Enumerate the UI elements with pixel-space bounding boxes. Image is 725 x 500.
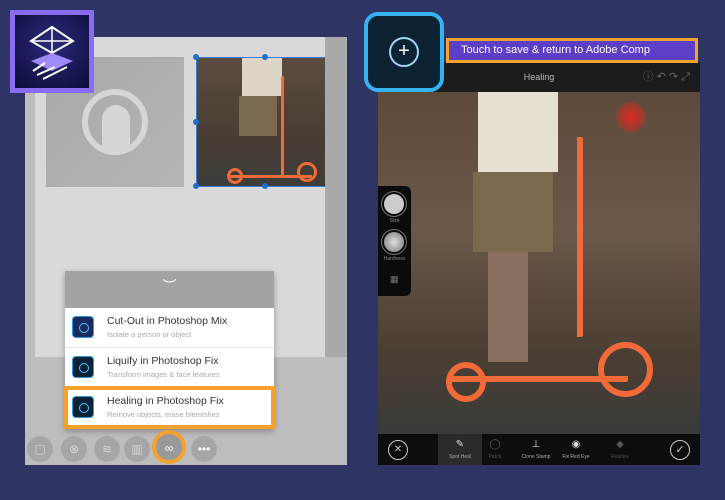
tool-label: Fix Red Eye bbox=[562, 454, 590, 460]
shirt bbox=[478, 92, 558, 172]
scooter bbox=[281, 76, 284, 176]
clone-stamp-icon: ⊥ bbox=[531, 439, 541, 450]
grid-icon[interactable]: ▦ bbox=[390, 274, 399, 285]
redo-icon[interactable]: ↷ bbox=[669, 71, 678, 83]
menu-item-cutout[interactable]: Cut-Out in Photoshop Mix Isolate a perso… bbox=[65, 308, 274, 348]
scooter bbox=[573, 137, 583, 337]
tool-label: Clone Stamp bbox=[521, 454, 551, 460]
save-callout: Touch to save & return to Adobe Comp bbox=[446, 38, 698, 63]
menu-item-liquify[interactable]: Liquify in Photoshop Fix Transform image… bbox=[65, 348, 274, 388]
eagle-logo-icon bbox=[82, 89, 148, 155]
shirt bbox=[242, 58, 282, 96]
eraser-icon: ◆ bbox=[616, 439, 624, 450]
bottom-toolbar: ▢ ⊗ ≋ ▥ ∞ ••• bbox=[25, 430, 347, 465]
comp-layers-icon bbox=[29, 25, 75, 80]
help-icon[interactable]: ⓘ bbox=[643, 71, 654, 83]
tool-label: Spot Heal bbox=[449, 454, 471, 460]
adobe-comp-logo bbox=[10, 10, 94, 93]
tool-fix-red-eye[interactable]: ◉ Fix Red Eye bbox=[554, 434, 598, 465]
tool-bar: ✕ ✎ Spot Heal ◯ Patch ⊥ Clone Stamp ◉ Fix Re… bbox=[378, 434, 700, 465]
hardness-label: Hardness bbox=[383, 256, 406, 262]
tool-patch[interactable]: ◯ Patch bbox=[473, 434, 517, 465]
undo-icon[interactable]: ↶ bbox=[657, 71, 666, 83]
more-button[interactable]: ••• bbox=[191, 436, 217, 462]
photoshop-fix-icon bbox=[72, 356, 94, 378]
size-label: Size bbox=[389, 218, 400, 224]
patch-icon: ◯ bbox=[489, 439, 501, 450]
menu-item-title: Cut-Out in Photoshop Mix bbox=[107, 315, 228, 327]
red-eye-icon: ◉ bbox=[571, 439, 581, 450]
fullscreen-icon[interactable]: ⤢ bbox=[681, 71, 690, 83]
tool-restore[interactable]: ◆ Restore bbox=[598, 434, 642, 465]
image-icon[interactable]: ▢ bbox=[27, 436, 53, 462]
tool-label: Patch bbox=[488, 454, 502, 460]
resize-handle[interactable] bbox=[193, 119, 199, 125]
layers-icon[interactable]: ≋ bbox=[94, 436, 120, 462]
header-actions: ⓘ ↶ ↷ ⤢ bbox=[643, 62, 690, 92]
shape-icon[interactable]: ⊗ bbox=[61, 436, 87, 462]
tool-label: Restore bbox=[611, 454, 629, 460]
healing-highlight bbox=[64, 386, 275, 429]
collapse-chevron-icon[interactable]: ︶ bbox=[65, 271, 274, 308]
shorts bbox=[239, 96, 277, 136]
healing-brush-stroke bbox=[616, 102, 646, 132]
canvas-edge bbox=[325, 37, 347, 357]
trash-icon[interactable]: ▥ bbox=[124, 436, 150, 462]
editor-title: Healing bbox=[523, 72, 555, 82]
selected-scooter-image[interactable] bbox=[193, 54, 336, 189]
cancel-button[interactable]: ✕ bbox=[388, 440, 408, 460]
tool-clone-stamp[interactable]: ⊥ Clone Stamp bbox=[514, 434, 558, 465]
editing-photo[interactable] bbox=[378, 92, 700, 434]
resize-handle[interactable] bbox=[262, 183, 268, 189]
menu-item-subtitle: Transform images & face features bbox=[107, 370, 220, 379]
save-return-button[interactable]: + bbox=[364, 12, 444, 92]
hardness-control[interactable] bbox=[384, 232, 404, 252]
shorts bbox=[473, 172, 553, 252]
size-control[interactable] bbox=[384, 194, 404, 214]
creative-cloud-icon[interactable]: ∞ bbox=[152, 430, 186, 464]
photoshop-fix-editor: Healing ⓘ ↶ ↷ ⤢ Size Hardness ▦ ✕ ✎ Spot … bbox=[378, 62, 700, 465]
resize-handle[interactable] bbox=[262, 54, 268, 60]
menu-item-subtitle: Isolate a person or object bbox=[107, 330, 192, 339]
plus-icon: + bbox=[389, 37, 419, 67]
resize-handle[interactable] bbox=[193, 54, 199, 60]
brush-settings-panel: Size Hardness ▦ bbox=[378, 186, 411, 296]
menu-item-title: Liquify in Photoshop Fix bbox=[107, 355, 219, 367]
confirm-button[interactable]: ✓ bbox=[670, 440, 690, 460]
photoshop-mix-icon bbox=[72, 316, 94, 338]
resize-handle[interactable] bbox=[193, 183, 199, 189]
legs bbox=[488, 252, 528, 362]
